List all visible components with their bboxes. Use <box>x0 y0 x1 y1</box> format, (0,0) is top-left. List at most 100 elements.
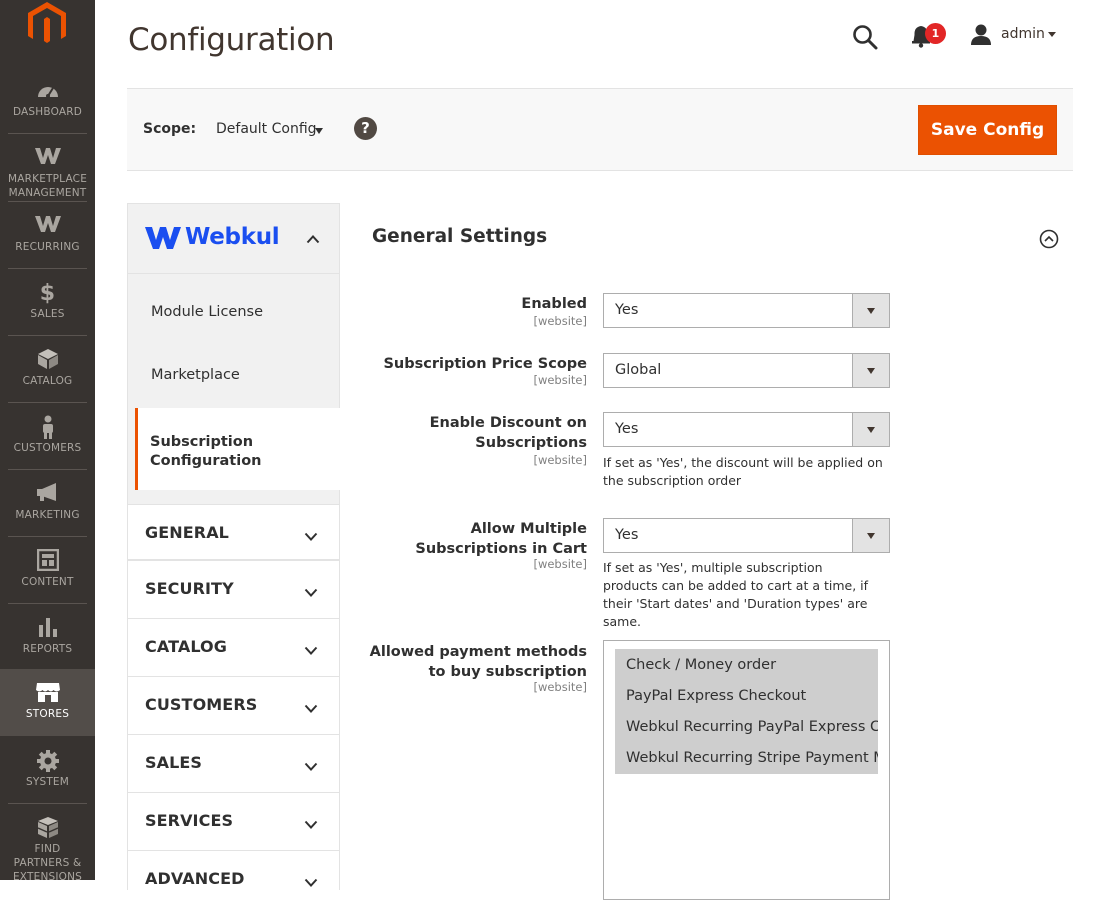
webkul-sub-list: Module License Marketplace <box>127 273 340 408</box>
chevron-down-icon[interactable] <box>1048 32 1056 37</box>
group-services[interactable]: SERVICES <box>127 792 340 851</box>
gear-icon <box>0 749 95 775</box>
nav-label: CUSTOMERS <box>13 442 82 454</box>
nav-label: SALES <box>30 308 65 320</box>
field-scope: [website] <box>533 557 587 571</box>
nav-item-system[interactable]: SYSTEM <box>0 737 95 804</box>
magento-logo-icon[interactable] <box>0 0 95 60</box>
field-scope: [website] <box>533 314 587 328</box>
chevron-down-icon <box>304 527 318 546</box>
save-config-button[interactable]: Save Config <box>918 105 1057 155</box>
chevron-down-icon <box>304 815 318 834</box>
group-label: CUSTOMERS <box>145 695 258 714</box>
field-scope: [website] <box>533 453 587 467</box>
field-label-payment-methods: Allowed payment methods to buy subscript… <box>369 644 587 680</box>
group-label: SALES <box>145 753 203 772</box>
search-icon[interactable] <box>852 24 878 54</box>
nav-item-sales[interactable]: $ SALES <box>0 269 95 336</box>
nav-label: SYSTEM <box>25 776 70 788</box>
user-icon[interactable] <box>970 24 992 50</box>
nav-item-content[interactable]: CONTENT <box>0 537 95 604</box>
webkul-logo <box>145 226 181 254</box>
nav-item-recurring[interactable]: RECURRING <box>0 202 95 269</box>
bar-chart-icon <box>0 616 95 642</box>
box-icon <box>0 348 95 374</box>
chevron-up-icon[interactable] <box>306 229 320 248</box>
nav-item-marketplace[interactable]: MARKETPLACE MANAGEMENT <box>0 134 95 202</box>
collapse-circle-icon[interactable] <box>1039 229 1059 253</box>
webkul-w-icon <box>0 214 95 240</box>
group-customers[interactable]: CUSTOMERS <box>127 676 340 735</box>
enabled-select[interactable]: Yes <box>603 293 890 328</box>
section-title[interactable]: General Settings <box>372 226 547 247</box>
chevron-down-icon <box>304 757 318 776</box>
select-value: Yes <box>615 527 639 543</box>
sidebar-item-subscription-configuration[interactable]: Subscription Configuration <box>135 408 340 490</box>
user-menu[interactable]: admin <box>1001 26 1045 42</box>
multiselect-option[interactable]: Check / Money order <box>615 649 878 681</box>
price-scope-select[interactable]: Global <box>603 353 890 388</box>
webkul-tab-header[interactable]: Webkul <box>127 203 340 273</box>
chevron-down-icon[interactable] <box>852 354 889 387</box>
group-label: SERVICES <box>145 811 234 830</box>
nav-label: STORES <box>25 708 70 720</box>
payment-methods-multiselect[interactable]: Check / Money order PayPal Express Check… <box>603 640 890 900</box>
cubes-icon <box>0 816 95 842</box>
field-label-price-scope: Subscription Price Scope <box>383 356 587 372</box>
sidebar-item-module-license[interactable]: Module License <box>151 304 263 320</box>
chevron-down-icon[interactable] <box>852 294 889 327</box>
group-label: CATALOG <box>145 637 227 656</box>
field-scope: [website] <box>533 373 587 387</box>
nav-item-stores[interactable]: STORES <box>0 669 95 736</box>
webkul-w-icon <box>0 146 95 172</box>
nav-item-customers[interactable]: CUSTOMERS <box>0 403 95 470</box>
multiselect-option[interactable]: Webkul Recurring Stripe Payment Method <box>615 743 878 774</box>
nav-label: MARKETING <box>15 509 80 521</box>
nav-item-marketing[interactable]: MARKETING <box>0 470 95 537</box>
admin-nav: DASHBOARD MARKETPLACE MANAGEMENT RECURRI… <box>0 0 95 883</box>
dashboard-icon <box>0 79 95 105</box>
chevron-down-icon <box>304 699 318 718</box>
nav-label: FIND PARTNERS & EXTENSIONS <box>12 843 83 883</box>
chevron-down-icon[interactable] <box>852 519 889 552</box>
multiselect-option[interactable]: PayPal Express Checkout <box>615 681 878 712</box>
nav-item-catalog[interactable]: CATALOG <box>0 336 95 403</box>
nav-label: CATALOG <box>22 375 73 387</box>
page-title: Configuration <box>128 22 335 58</box>
multiple-subscriptions-select[interactable]: Yes <box>603 518 890 553</box>
chevron-down-icon[interactable] <box>852 413 889 446</box>
chevron-down-icon <box>304 641 318 660</box>
chevron-down-icon <box>304 583 318 602</box>
scope-switcher[interactable]: Default Config <box>216 121 317 137</box>
brand-name: Webkul <box>185 224 280 250</box>
multiselect-option[interactable]: Webkul Recurring PayPal Express Checkout <box>615 712 878 743</box>
field-scope: [website] <box>533 680 587 694</box>
person-icon <box>0 415 95 441</box>
group-label: SECURITY <box>145 579 234 598</box>
sidebar-item-label: Subscription Configuration <box>150 434 262 469</box>
chevron-down-icon[interactable] <box>315 128 323 134</box>
group-catalog[interactable]: CATALOG <box>127 618 340 677</box>
nav-label: CONTENT <box>21 576 74 588</box>
notification-badge[interactable]: 1 <box>925 23 946 44</box>
group-sales[interactable]: SALES <box>127 734 340 793</box>
scope-label: Scope: <box>143 121 197 137</box>
nav-item-reports[interactable]: REPORTS <box>0 604 95 671</box>
group-advanced[interactable]: ADVANCED <box>127 850 340 890</box>
field-label-multiple-subscriptions: Allow Multiple Subscriptions in Cart <box>415 521 587 557</box>
select-value: Global <box>615 362 662 378</box>
select-value: Yes <box>615 421 639 437</box>
field-note: If set as 'Yes', the discount will be ap… <box>603 455 883 488</box>
nav-label: REPORTS <box>22 643 73 655</box>
group-general[interactable]: GENERAL <box>127 504 340 560</box>
group-security[interactable]: SECURITY <box>127 560 340 619</box>
megaphone-icon <box>0 482 95 508</box>
nav-item-dashboard[interactable]: DASHBOARD <box>0 67 95 134</box>
nav-item-find-partners[interactable]: FIND PARTNERS & EXTENSIONS <box>0 804 95 883</box>
field-note: If set as 'Yes', multiple subscription p… <box>603 560 869 629</box>
enable-discount-select[interactable]: Yes <box>603 412 890 447</box>
field-label-enabled: Enabled <box>521 296 587 312</box>
sidebar-item-marketplace[interactable]: Marketplace <box>151 367 240 383</box>
group-label: ADVANCED <box>145 869 245 888</box>
help-icon[interactable]: ? <box>354 117 377 140</box>
